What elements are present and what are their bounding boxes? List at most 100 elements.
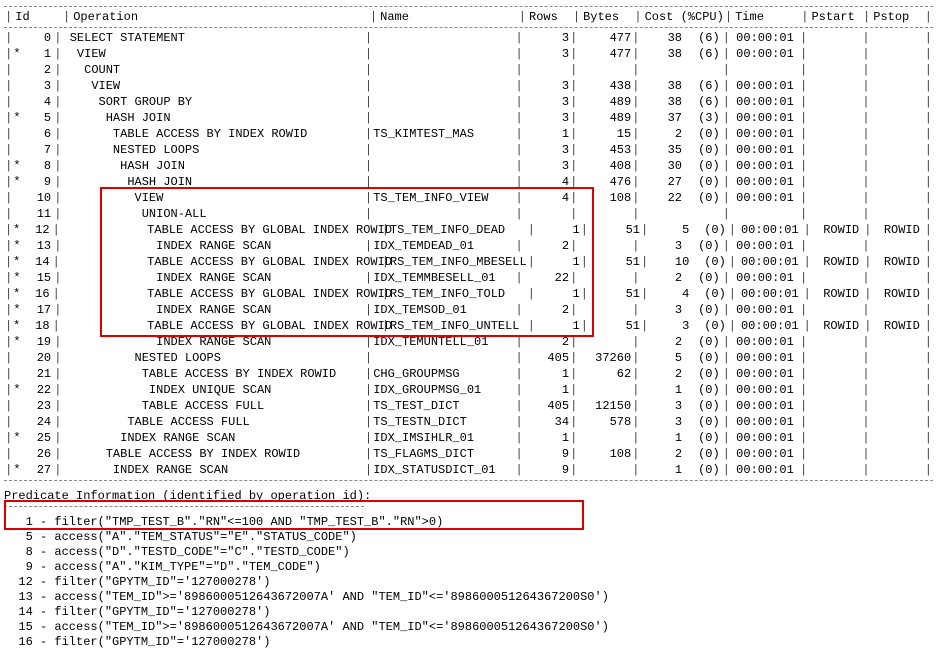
cell-cpu: (0) <box>682 398 722 414</box>
cell-name: IDX_IMSIHLR_01 <box>373 430 514 446</box>
cell-pstop <box>871 142 924 158</box>
plan-row: |3| VIEW||3|438|38(6)|00:00:01||| <box>4 78 933 94</box>
cell-id: 4 <box>23 94 53 110</box>
cell-bytes <box>578 462 631 478</box>
cell-cpu: (6) <box>682 78 722 94</box>
cell-id: 23 <box>23 398 53 414</box>
star-marker <box>13 78 22 94</box>
cell-name: CHG_GROUPMSG <box>373 366 514 382</box>
star-marker: * <box>13 334 22 350</box>
cell-time: 00:00:01 <box>731 78 799 94</box>
cell-bytes: 477 <box>578 30 631 46</box>
col-rows: Rows <box>527 9 572 25</box>
plan-row: |*16| TABLE ACCESS BY GLOBAL INDEX ROWID… <box>4 286 933 302</box>
cell-name: TS_TEM_INFO_VIEW <box>373 190 514 206</box>
cell-rows: 3 <box>524 158 569 174</box>
cell-pstart <box>808 30 861 46</box>
star-marker <box>13 142 22 158</box>
cell-id: 21 <box>23 366 53 382</box>
predicate-line: 16 - filter("GPYTM_ID"='127000278') <box>4 635 933 650</box>
cell-bytes: 62 <box>578 366 631 382</box>
cell-rows: 2 <box>524 302 569 318</box>
cell-time: 00:00:01 <box>737 318 803 334</box>
star-marker <box>13 350 22 366</box>
cell-operation: VIEW <box>63 78 364 94</box>
cell-rows: 3 <box>524 94 569 110</box>
cell-pstop <box>871 78 924 94</box>
cell-pstart <box>808 126 861 142</box>
cell-id: 17 <box>23 302 53 318</box>
cell-operation: INDEX RANGE SCAN <box>63 302 364 318</box>
cell-operation: SELECT STATEMENT <box>63 30 364 46</box>
cell-bytes: 438 <box>578 78 631 94</box>
cell-pstop <box>871 398 924 414</box>
cell-operation: TABLE ACCESS BY GLOBAL INDEX ROWID <box>61 254 381 270</box>
cell-name: RS_TEM_INFO_TOLD <box>390 286 527 302</box>
cell-rows: 2 <box>524 334 569 350</box>
cell-rows: 4 <box>524 190 569 206</box>
plan-row: |24| TABLE ACCESS FULL|TS_TESTN_DICT|34|… <box>4 414 933 430</box>
cell-pstart: ROWID <box>812 286 863 302</box>
cell-name: TS_TEM_INFO_DEAD <box>390 222 527 238</box>
star-marker: * <box>13 254 22 270</box>
cell-id: 16 <box>22 286 51 302</box>
star-marker: * <box>13 270 22 286</box>
cell-cpu: (0) <box>682 238 722 254</box>
cell-time: 00:00:01 <box>731 350 799 366</box>
cell-cost: 27 <box>641 174 682 190</box>
cell-operation: TABLE ACCESS BY INDEX ROWID <box>63 366 364 382</box>
cell-cpu: (0) <box>682 414 722 430</box>
cell-pstart <box>808 142 861 158</box>
cell-operation: UNION-ALL <box>63 206 364 222</box>
plan-row: |20| NESTED LOOPS||405|37260|5(0)|00:00:… <box>4 350 933 366</box>
cell-time: 00:00:01 <box>731 382 799 398</box>
cell-operation: HASH JOIN <box>63 174 364 190</box>
cell-name: TS_KIMTEST_MAS <box>373 126 514 142</box>
cell-cost: 10 <box>649 254 689 270</box>
cell-id: 22 <box>23 382 53 398</box>
cell-rows: 9 <box>524 462 569 478</box>
cell-time: 00:00:01 <box>731 46 799 62</box>
cell-time: 00:00:01 <box>731 270 799 286</box>
cell-rows: 1 <box>536 222 580 238</box>
plan-row: |23| TABLE ACCESS FULL|TS_TEST_DICT|405|… <box>4 398 933 414</box>
cell-time: 00:00:01 <box>731 30 799 46</box>
cell-time: 00:00:01 <box>731 94 799 110</box>
cell-pstop <box>871 62 924 78</box>
cell-time: 00:00:01 <box>731 414 799 430</box>
cell-pstart <box>808 238 861 254</box>
cell-id: 20 <box>23 350 53 366</box>
star-marker <box>13 206 22 222</box>
cell-name <box>373 142 514 158</box>
cell-rows <box>524 62 569 78</box>
predicate-line: 13 - access("TEM_ID">='89860005126436720… <box>4 590 933 605</box>
cell-id: 3 <box>23 78 53 94</box>
cell-cost: 5 <box>649 222 689 238</box>
star-marker: * <box>13 382 22 398</box>
plan-row: |*22| INDEX UNIQUE SCAN|IDX_GROUPMSG_01|… <box>4 382 933 398</box>
cell-cpu: (0) <box>682 462 722 478</box>
plan-row: |*1| VIEW||3|477|38(6)|00:00:01||| <box>4 46 933 62</box>
cell-time: 00:00:01 <box>737 254 803 270</box>
cell-operation: COUNT <box>63 62 364 78</box>
cell-id: 9 <box>23 174 53 190</box>
cell-pstop <box>871 462 924 478</box>
plan-row: |21| TABLE ACCESS BY INDEX ROWID|CHG_GRO… <box>4 366 933 382</box>
cell-pstop <box>871 270 924 286</box>
cell-bytes: 489 <box>578 110 631 126</box>
cell-pstart <box>808 190 861 206</box>
cell-operation: INDEX RANGE SCAN <box>63 462 364 478</box>
star-marker: * <box>13 222 22 238</box>
cell-pstop <box>871 94 924 110</box>
cell-operation: TABLE ACCESS BY INDEX ROWID <box>63 126 364 142</box>
cell-bytes <box>578 62 631 78</box>
cell-rows: 3 <box>524 110 569 126</box>
cell-cpu: (0) <box>682 302 722 318</box>
cell-time <box>731 206 799 222</box>
cell-cost: 2 <box>641 270 682 286</box>
cell-name: IDX_TEMUNTELL_01 <box>373 334 514 350</box>
cell-cpu: (0) <box>682 190 722 206</box>
cell-pstop <box>871 366 924 382</box>
cell-cpu: (6) <box>682 30 722 46</box>
plan-header-row: | Id | Operation | Name | Rows | Bytes |… <box>4 9 933 25</box>
